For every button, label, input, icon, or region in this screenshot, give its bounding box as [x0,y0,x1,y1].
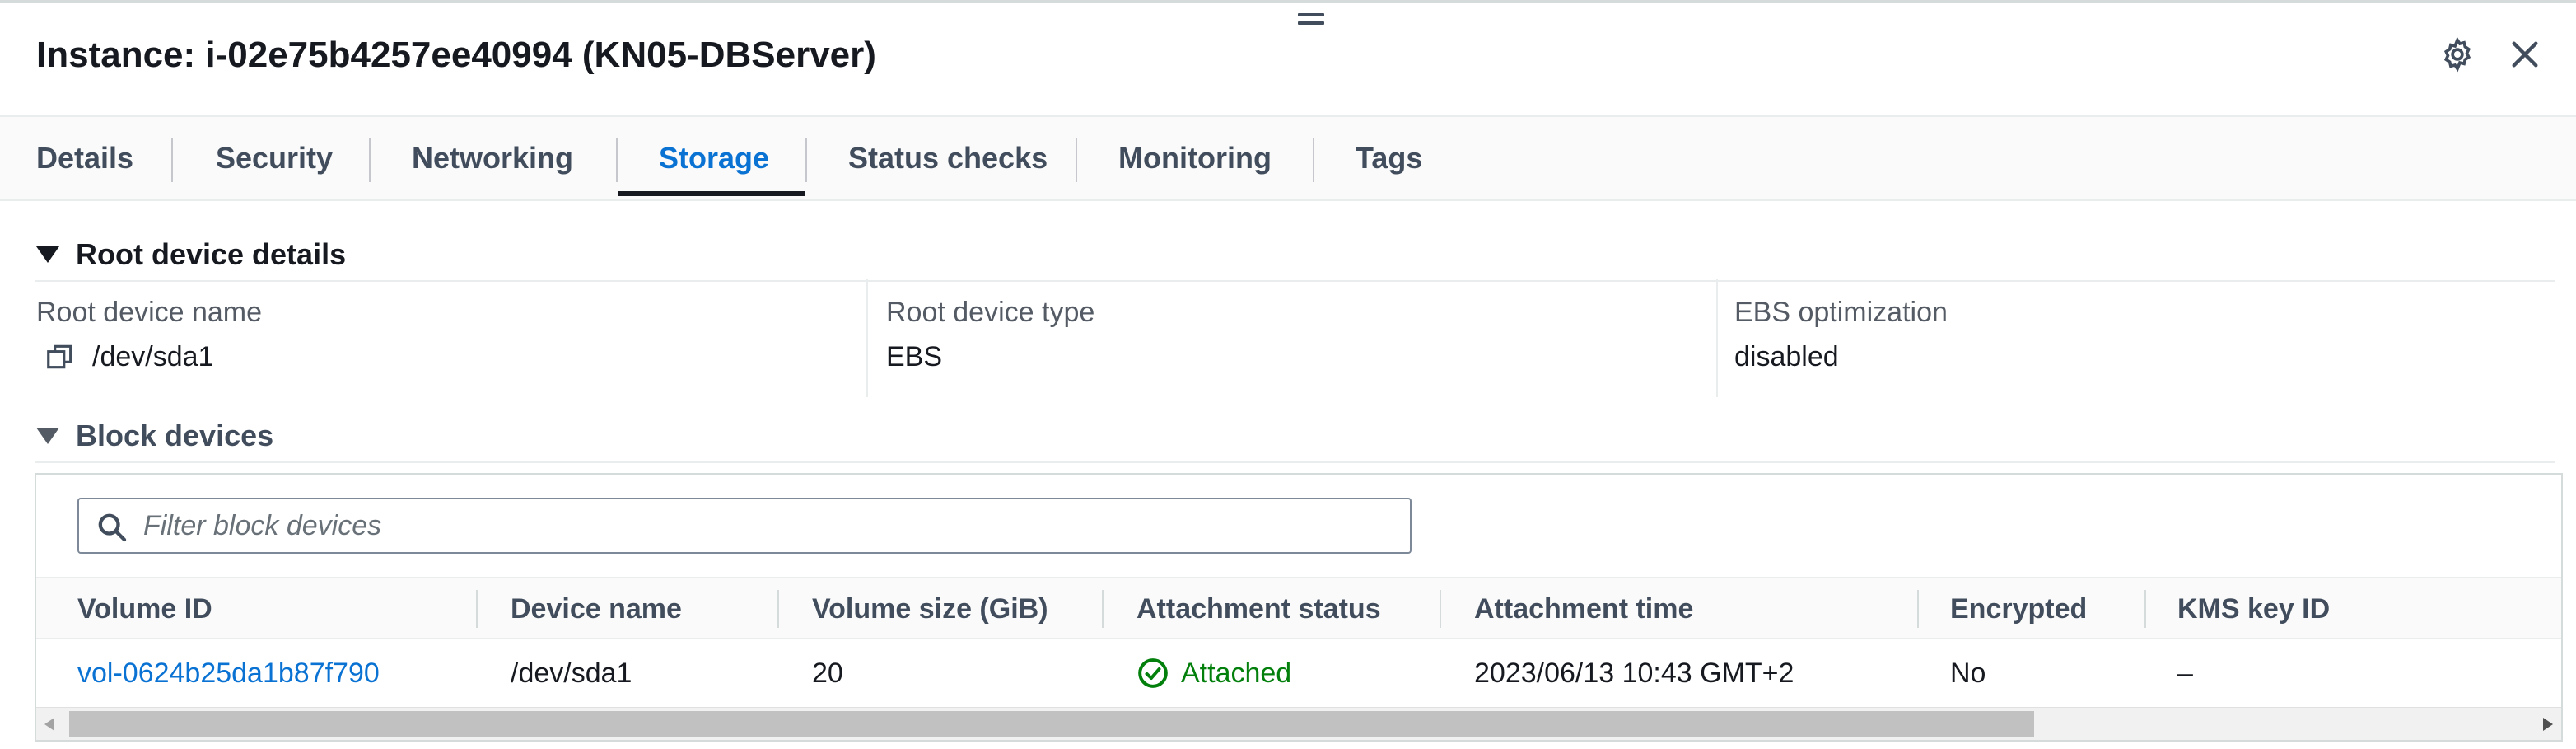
scroll-left-arrow-icon[interactable] [44,718,54,731]
tab-security[interactable]: Security [175,117,374,199]
attachment-status-text: Attached [1181,657,1292,689]
column-header-device-name[interactable]: Device name [511,578,682,639]
column-header-attachment-time[interactable]: Attachment time [1474,578,1693,639]
column-divider [866,279,868,397]
filter-block-devices-input[interactable] [143,503,1395,549]
caret-down-icon [36,428,59,444]
top-border [0,0,2576,3]
caret-down-icon [36,246,59,263]
section-title: Root device details [76,237,347,271]
tab-divider [1313,138,1314,182]
column-header-volume-id[interactable]: Volume ID [77,578,212,639]
ebs-optimization-label: EBS optimization [1734,297,1948,328]
root-device-type-value: EBS [886,341,943,372]
scrollbar-thumb[interactable] [69,711,2034,737]
attachment-status-cell: Attached [1136,643,1291,704]
tab-status-checks[interactable]: Status checks [807,117,1089,199]
copy-icon[interactable] [44,341,76,372]
column-header-encrypted[interactable]: Encrypted [1950,578,2087,639]
ebs-optimization-value: disabled [1734,341,1839,372]
filter-box [77,498,1412,554]
tab-storage[interactable]: Storage [618,117,810,199]
column-resizer[interactable] [777,590,779,628]
check-circle-icon [1138,658,1168,688]
block-devices-section-toggle[interactable]: Block devices [36,419,273,453]
root-device-type-label: Root device type [886,297,1095,328]
section-title: Block devices [76,419,274,452]
tab-tags[interactable]: Tags [1314,117,1463,199]
page-title: Instance: i-02e75b4257ee40994 (KN05-DBSe… [36,35,876,75]
kms-key-id-cell: – [2177,657,2193,689]
column-divider [1716,279,1718,397]
block-devices-table: Volume ID Device name Volume size (GiB) … [35,473,2563,742]
attachment-time-cell: 2023/06/13 10:43 GMT+2 [1474,657,1794,689]
tab-divider [369,138,371,182]
scroll-right-arrow-icon[interactable] [2543,718,2553,731]
column-resizer[interactable] [476,590,478,628]
tab-details[interactable]: Details [0,117,175,199]
tab-bar: Details Security Networking Storage Stat… [0,117,2576,201]
close-icon[interactable] [2504,33,2546,76]
table-header: Volume ID Device name Volume size (GiB) … [36,577,2561,639]
root-device-section-toggle[interactable]: Root device details [36,237,346,272]
column-header-volume-size[interactable]: Volume size (GiB) [812,578,1048,639]
tab-networking[interactable]: Networking [371,117,614,199]
volume-size-cell: 20 [812,657,843,689]
tab-monitoring[interactable]: Monitoring [1077,117,1313,199]
tab-divider [1076,138,1077,182]
divider [35,461,2555,463]
column-header-attachment-status[interactable]: Attachment status [1136,578,1381,639]
divider [35,280,2555,282]
active-tab-indicator [618,191,805,196]
tab-divider [171,138,173,182]
tab-divider [616,138,618,182]
column-resizer[interactable] [1102,590,1104,628]
tab-divider [805,138,807,182]
root-device-name-value: /dev/sda1 [92,341,214,372]
column-resizer[interactable] [1440,590,1441,628]
root-device-name-label: Root device name [36,297,263,328]
column-resizer[interactable] [1917,590,1919,628]
column-header-kms-key-id[interactable]: KMS key ID [2177,578,2330,639]
volume-id-link[interactable]: vol-0624b25da1b87f790 [77,643,380,704]
device-name-cell: /dev/sda1 [511,657,632,689]
split-panel-header: Instance: i-02e75b4257ee40994 (KN05-DBSe… [0,0,2576,117]
search-icon [98,513,127,542]
resize-handle[interactable] [1298,13,1324,26]
horizontal-scrollbar[interactable] [36,707,2561,740]
encrypted-cell: No [1950,657,1986,689]
gear-icon[interactable] [2436,33,2479,76]
column-resizer[interactable] [2144,590,2146,628]
